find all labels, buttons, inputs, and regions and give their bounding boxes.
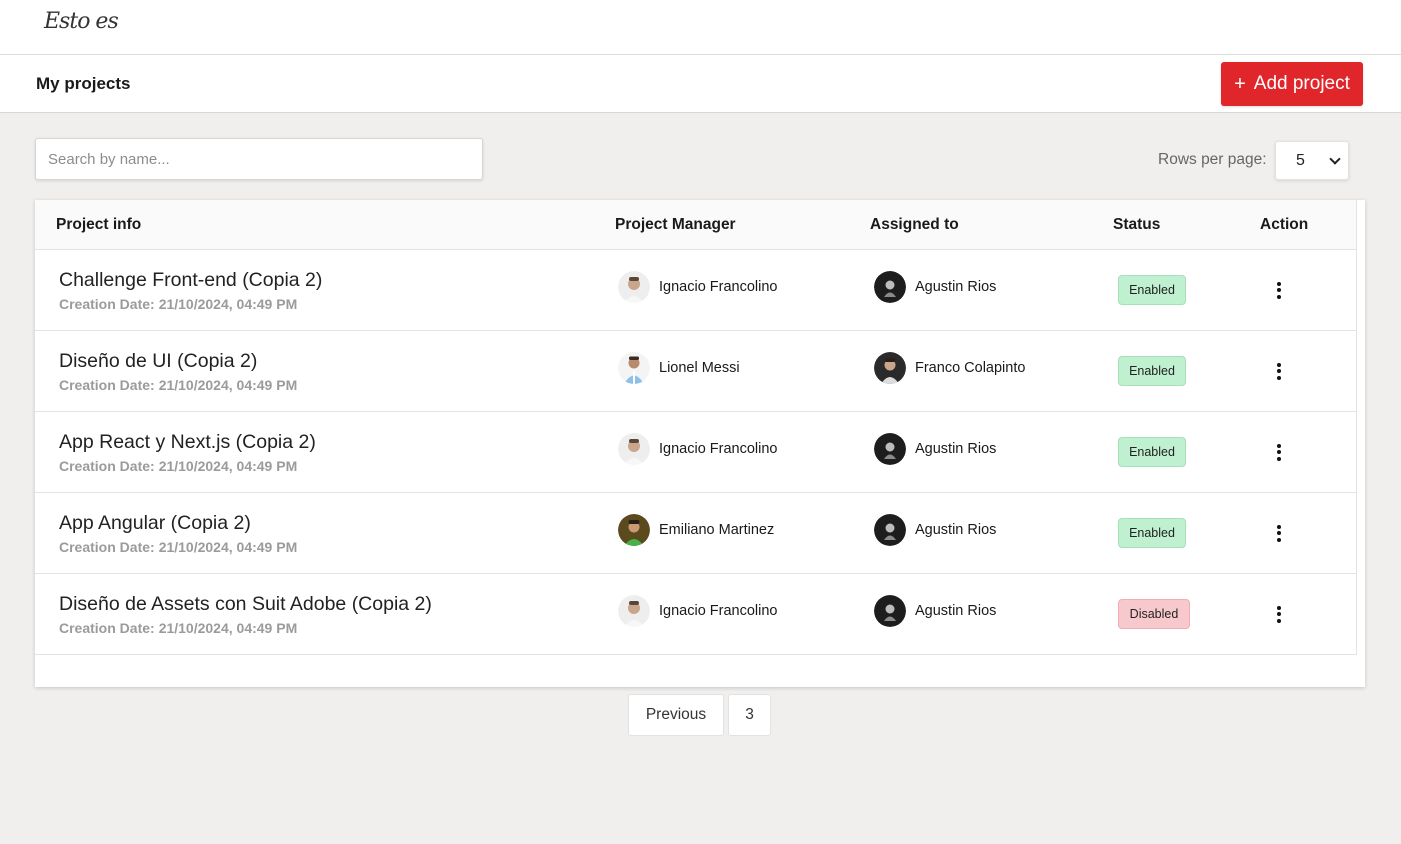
assignee: Agustin Rios (874, 595, 996, 627)
table-row[interactable]: Diseño de UI (Copia 2) Creation Date: 21/… (35, 331, 1357, 412)
add-project-label: Add project (1253, 73, 1350, 94)
project-manager: Lionel Messi (618, 352, 740, 384)
project-name[interactable]: App Angular (Copia 2) (59, 512, 251, 535)
column-header-project-manager: Project Manager (615, 216, 736, 233)
avatar (618, 514, 650, 546)
column-header-status: Status (1113, 216, 1161, 233)
previous-page-button[interactable]: Previous (628, 694, 724, 736)
creation-date-label: Creation Date: (59, 296, 155, 312)
creation-date-value: 21/10/2024, 04:49 PM (158, 620, 298, 636)
avatar (618, 352, 650, 384)
logo[interactable]: Esto es (44, 9, 119, 34)
creation-date: Creation Date: 21/10/2024, 04:49 PM (59, 296, 297, 312)
avatar (874, 352, 906, 384)
assignee-name: Agustin Rios (915, 603, 997, 619)
project-manager-name: Lionel Messi (659, 360, 740, 376)
creation-date-value: 21/10/2024, 04:49 PM (158, 377, 298, 393)
status-badge: Enabled (1118, 518, 1186, 548)
top-bar: Esto es (0, 0, 1401, 55)
creation-date-label: Creation Date: (59, 458, 155, 474)
rows-per-page-value: 5 (1296, 151, 1305, 169)
creation-date-value: 21/10/2024, 04:49 PM (158, 539, 298, 555)
assignee: Agustin Rios (874, 271, 996, 303)
more-options-icon[interactable] (1269, 280, 1289, 300)
creation-date-value: 21/10/2024, 04:49 PM (158, 458, 298, 474)
table-header: Project info Project Manager Assigned to… (35, 200, 1357, 250)
avatar (618, 595, 650, 627)
creation-date: Creation Date: 21/10/2024, 04:49 PM (59, 620, 297, 636)
project-manager-name: Emiliano Martinez (659, 522, 775, 538)
assignee: Agustin Rios (874, 433, 996, 465)
status-badge: Enabled (1118, 437, 1186, 467)
page-title: My projects (36, 74, 131, 93)
creation-date: Creation Date: 21/10/2024, 04:49 PM (59, 377, 297, 393)
more-options-icon[interactable] (1269, 442, 1289, 462)
creation-date-label: Creation Date: (59, 620, 155, 636)
project-name[interactable]: Challenge Front-end (Copia 2) (59, 269, 322, 292)
assignee-name: Agustin Rios (915, 279, 997, 295)
project-name[interactable]: Diseño de Assets con Suit Adobe (Copia 2… (59, 593, 432, 616)
project-manager: Ignacio Francolino (618, 271, 778, 303)
page-number-button[interactable]: 3 (728, 694, 771, 736)
assignee-name: Franco Colapinto (915, 360, 1026, 376)
project-manager: Ignacio Francolino (618, 595, 778, 627)
table-row[interactable]: App Angular (Copia 2) Creation Date: 21/1… (35, 493, 1357, 574)
page-header: My projects + Add project (0, 55, 1401, 113)
assignee: Agustin Rios (874, 514, 996, 546)
column-header-assigned-to: Assigned to (870, 216, 959, 233)
creation-date: Creation Date: 21/10/2024, 04:49 PM (59, 458, 297, 474)
assignee-name: Agustin Rios (915, 441, 997, 457)
status-badge: Enabled (1118, 275, 1186, 305)
status-badge: Disabled (1118, 599, 1190, 629)
creation-date-value: 21/10/2024, 04:49 PM (158, 296, 298, 312)
rows-per-page-label: Rows per page: (1158, 151, 1267, 168)
creation-date-label: Creation Date: (59, 377, 155, 393)
assignee: Franco Colapinto (874, 352, 1025, 384)
project-manager-name: Ignacio Francolino (659, 603, 778, 619)
chevron-down-icon (1329, 153, 1341, 165)
avatar (874, 595, 906, 627)
project-manager-name: Ignacio Francolino (659, 441, 778, 457)
project-name[interactable]: Diseño de UI (Copia 2) (59, 350, 257, 373)
table-row[interactable]: App React y Next.js (Copia 2) Creation D… (35, 412, 1357, 493)
avatar (874, 433, 906, 465)
more-options-icon[interactable] (1269, 604, 1289, 624)
more-options-icon[interactable] (1269, 523, 1289, 543)
project-manager-name: Ignacio Francolino (659, 279, 778, 295)
column-header-action: Action (1260, 216, 1309, 233)
project-manager: Ignacio Francolino (618, 433, 778, 465)
avatar (618, 433, 650, 465)
avatar (874, 271, 906, 303)
table-row[interactable]: Diseño de Assets con Suit Adobe (Copia 2… (35, 574, 1357, 655)
more-options-icon[interactable] (1269, 361, 1289, 381)
search-input[interactable] (35, 138, 483, 180)
creation-date: Creation Date: 21/10/2024, 04:49 PM (59, 539, 297, 555)
assignee-name: Agustin Rios (915, 522, 997, 538)
avatar (618, 271, 650, 303)
project-name[interactable]: App React y Next.js (Copia 2) (59, 431, 316, 454)
project-manager: Emiliano Martinez (618, 514, 774, 546)
table-row[interactable]: Challenge Front-end (Copia 2) Creation D… (35, 250, 1357, 331)
creation-date-label: Creation Date: (59, 539, 155, 555)
avatar (874, 514, 906, 546)
status-badge: Enabled (1118, 356, 1186, 386)
rows-per-page-select[interactable]: 5 (1275, 141, 1349, 180)
projects-table: Project info Project Manager Assigned to… (35, 200, 1365, 687)
plus-icon: + (1234, 73, 1246, 95)
column-header-project-info: Project info (56, 216, 142, 233)
add-project-button[interactable]: + Add project (1221, 62, 1363, 106)
